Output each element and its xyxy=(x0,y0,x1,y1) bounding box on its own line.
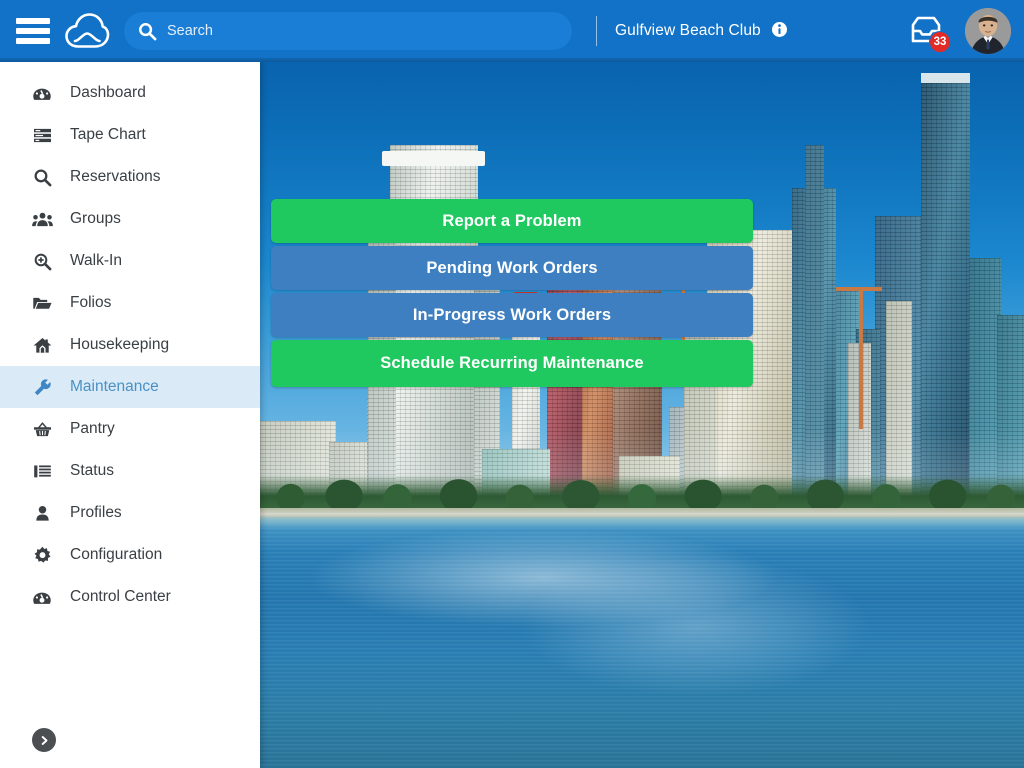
hamburger-bar xyxy=(16,28,50,34)
sidebar-item-label: Status xyxy=(70,462,114,480)
schedule-recurring-maintenance-button[interactable]: Schedule Recurring Maintenance xyxy=(271,340,753,387)
sidebar-item-housekeeping[interactable]: Housekeeping xyxy=(0,324,260,366)
app-root: Gulfview Beach Club 33 xyxy=(0,0,1024,768)
hamburger-menu-icon[interactable] xyxy=(16,18,50,44)
search-input[interactable] xyxy=(167,12,572,50)
avatar[interactable] xyxy=(965,8,1011,54)
in-progress-work-orders-button[interactable]: In-Progress Work Orders xyxy=(271,293,753,337)
sidebar-item-profiles[interactable]: Profiles xyxy=(0,492,260,534)
chevron-right-glyph xyxy=(41,735,47,745)
sidebar-item-label: Profiles xyxy=(70,504,122,522)
hamburger-bar xyxy=(16,38,50,44)
crane-mast xyxy=(858,287,863,430)
dashboard-gauge-icon xyxy=(31,83,53,103)
sidebar-item-label: Dashboard xyxy=(70,84,146,102)
home-icon xyxy=(31,335,53,355)
building-crown xyxy=(920,72,970,84)
users-group-icon xyxy=(31,209,53,229)
sidebar-item-maintenance[interactable]: Maintenance xyxy=(0,366,260,408)
search-icon xyxy=(139,22,157,40)
wrench-icon xyxy=(31,377,53,397)
main-content: Report a Problem Pending Work Orders In-… xyxy=(260,62,1024,768)
sidebar-item-label: Groups xyxy=(70,210,121,228)
tape-chart-rows-icon xyxy=(31,125,53,145)
sidebar-item-dashboard[interactable]: Dashboard xyxy=(0,72,260,114)
basket-icon xyxy=(31,419,53,439)
folder-open-icon xyxy=(31,293,53,313)
sidebar-item-status[interactable]: Status xyxy=(0,450,260,492)
hamburger-bar xyxy=(16,18,50,24)
maintenance-action-list: Report a Problem Pending Work Orders In-… xyxy=(271,199,753,387)
sidebar-item-reservations[interactable]: Reservations xyxy=(0,156,260,198)
inbox-icon[interactable]: 33 xyxy=(909,14,951,53)
inbox-badge-count: 33 xyxy=(929,31,951,53)
dashboard-gauge-icon xyxy=(31,587,53,607)
list-lines-icon xyxy=(31,461,53,481)
property-selector[interactable]: Gulfview Beach Club xyxy=(615,22,788,40)
sidebar-item-label: Housekeeping xyxy=(70,336,170,354)
sidebar-item-configuration[interactable]: Configuration xyxy=(0,534,260,576)
sidebar-item-label: Maintenance xyxy=(70,378,159,396)
sidebar-item-tape-chart[interactable]: Tape Chart xyxy=(0,114,260,156)
user-avatar-photo xyxy=(965,8,1011,54)
header-divider xyxy=(596,16,597,46)
sidebar-item-walk-in[interactable]: Walk-In xyxy=(0,240,260,282)
gear-icon xyxy=(31,545,53,565)
person-icon xyxy=(31,503,53,523)
top-header-bar: Gulfview Beach Club 33 xyxy=(0,0,1024,62)
chevron-right-circle-icon[interactable] xyxy=(32,728,56,752)
header-right-group: 33 xyxy=(909,8,1011,54)
sidebar-item-label: Control Center xyxy=(70,588,171,606)
sidebar-item-groups[interactable]: Groups xyxy=(0,198,260,240)
city-skyline-waterfront-photo xyxy=(260,62,1024,768)
sidebar-item-label: Pantry xyxy=(70,420,115,438)
cloud-logo-icon[interactable] xyxy=(64,11,110,51)
sidebar-item-pantry[interactable]: Pantry xyxy=(0,408,260,450)
magnifier-plus-icon xyxy=(31,251,53,271)
pending-work-orders-button[interactable]: Pending Work Orders xyxy=(271,246,753,290)
sidebar-item-label: Folios xyxy=(70,294,112,312)
sidebar-item-label: Walk-In xyxy=(70,252,122,270)
water-ripples xyxy=(260,527,1024,768)
building-crown xyxy=(382,150,486,166)
search-magnifier-icon xyxy=(31,167,53,187)
sidebar-item-control-center[interactable]: Control Center xyxy=(0,576,260,618)
sidebar-navigation: Dashboard Tape Chart Reservations Groups… xyxy=(0,62,260,768)
search-box[interactable] xyxy=(124,12,572,50)
sidebar-item-label: Configuration xyxy=(70,546,163,564)
sidebar-item-folios[interactable]: Folios xyxy=(0,282,260,324)
property-name: Gulfview Beach Club xyxy=(615,22,761,39)
sidebar-item-label: Reservations xyxy=(70,168,161,186)
info-circle-icon[interactable] xyxy=(772,22,788,37)
report-a-problem-button[interactable]: Report a Problem xyxy=(271,199,753,243)
crane-jib xyxy=(836,286,882,291)
sidebar-item-label: Tape Chart xyxy=(70,126,146,144)
